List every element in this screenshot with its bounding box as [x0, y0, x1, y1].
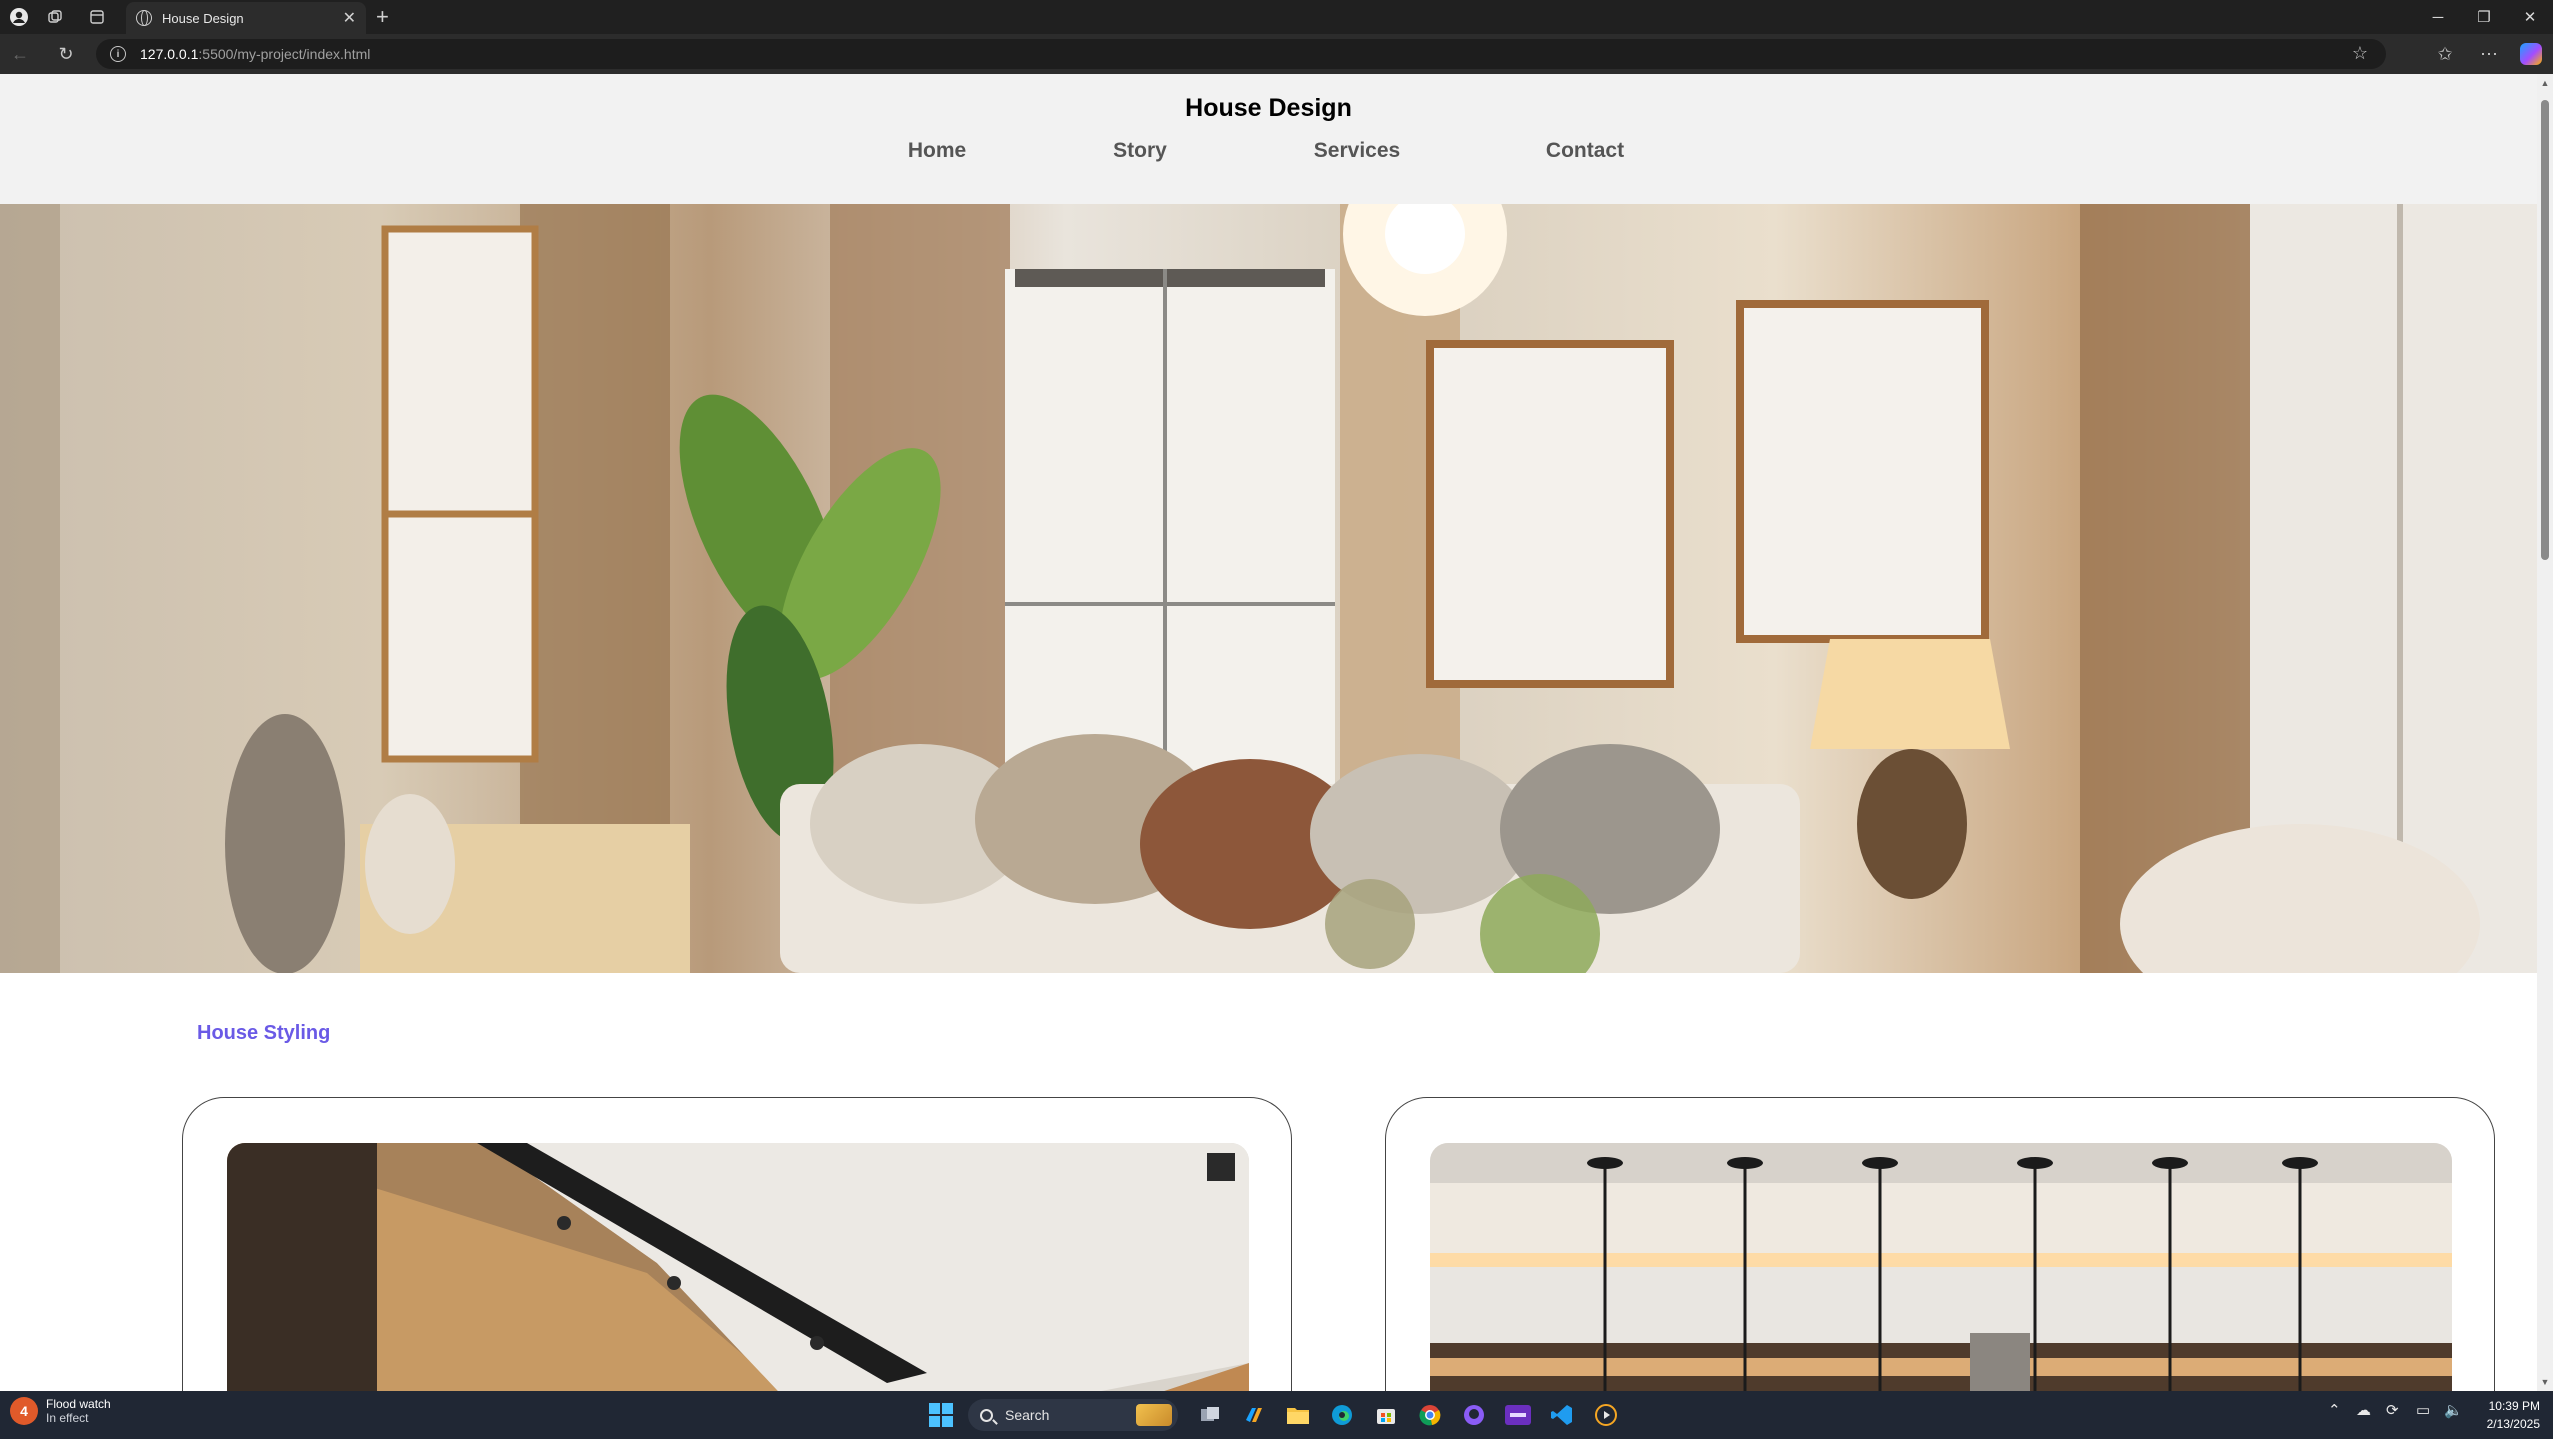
nav-link-home[interactable]: Home: [908, 139, 966, 163]
system-clock[interactable]: 10:39 PM 2/13/2025: [2470, 1397, 2540, 1433]
address-bar-row: ← ↻ i 127.0.0.1:5500/my-project/index.ht…: [0, 34, 2553, 74]
clock-date: 2/13/2025: [2486, 1417, 2540, 1431]
onedrive-icon[interactable]: ☁: [2356, 1401, 2371, 1419]
styling-card[interactable]: [1385, 1097, 2495, 1391]
close-window-icon[interactable]: ✕: [2507, 0, 2553, 34]
chrome-icon[interactable]: [1414, 1399, 1446, 1431]
network-icon[interactable]: ▭: [2416, 1401, 2430, 1419]
scroll-up-icon[interactable]: ▲: [2540, 78, 2550, 88]
copilot-app-icon[interactable]: [1238, 1399, 1270, 1431]
search-placeholder: Search: [1005, 1407, 1050, 1423]
weather-widget[interactable]: 4 Flood watch In effect: [10, 1397, 111, 1425]
search-highlight-icon: [1136, 1404, 1172, 1426]
file-explorer-icon[interactable]: [1282, 1399, 1314, 1431]
card-image: [1430, 1143, 2452, 1391]
styling-card[interactable]: [182, 1097, 1292, 1391]
copilot-icon[interactable]: [2515, 40, 2547, 68]
clock-time: 10:39 PM: [2488, 1399, 2540, 1413]
weather-title: Flood watch: [46, 1397, 111, 1411]
browser-tab-bar: House Design ✕ + ─ ❐ ✕: [0, 0, 2553, 34]
tray-overflow-icon[interactable]: ⌃: [2328, 1401, 2341, 1419]
nav-link-contact[interactable]: Contact: [1546, 139, 1624, 163]
scroll-down-icon[interactable]: ▼: [2540, 1377, 2550, 1387]
weather-alert-icon: 4: [10, 1397, 38, 1425]
media-player-icon[interactable]: [1590, 1399, 1622, 1431]
site-title: House Design: [1185, 94, 1352, 122]
page-viewport: House Design Home Story Services Contact: [0, 74, 2537, 1391]
taskbar-search[interactable]: Search: [968, 1399, 1178, 1431]
globe-icon: [136, 10, 152, 26]
start-button[interactable]: [925, 1399, 957, 1431]
minimize-icon[interactable]: ─: [2415, 0, 2461, 34]
tab-actions-icon[interactable]: [80, 0, 114, 34]
url-path: :5500/my-project/index.html: [198, 46, 371, 62]
page-scrollbar[interactable]: ▲ ▼: [2537, 74, 2553, 1391]
new-tab-icon[interactable]: +: [376, 4, 389, 30]
profile-icon[interactable]: [2, 0, 36, 34]
scroll-thumb[interactable]: [2541, 100, 2549, 560]
nav-link-story[interactable]: Story: [1113, 139, 1167, 163]
task-view-icon[interactable]: [1194, 1399, 1226, 1431]
next-app-icon[interactable]: [1502, 1399, 1534, 1431]
sync-icon[interactable]: ⟳: [2386, 1401, 2399, 1419]
url-field[interactable]: i 127.0.0.1:5500/my-project/index.html ☆: [96, 39, 2386, 69]
active-tab[interactable]: House Design ✕: [126, 2, 366, 34]
vscode-icon[interactable]: [1546, 1399, 1578, 1431]
workspaces-icon[interactable]: [38, 0, 72, 34]
close-tab-icon[interactable]: ✕: [343, 8, 356, 28]
store-icon[interactable]: [1370, 1399, 1402, 1431]
url-host: 127.0.0.1: [140, 46, 199, 62]
card-image: [227, 1143, 1249, 1391]
weather-subtitle: In effect: [46, 1411, 89, 1425]
search-icon: [980, 1408, 993, 1422]
site-info-icon[interactable]: i: [110, 46, 126, 62]
more-menu-icon[interactable]: ⋯: [2473, 40, 2505, 68]
volume-icon[interactable]: 🔈: [2444, 1401, 2463, 1419]
nav-link-services[interactable]: Services: [1314, 139, 1400, 163]
refresh-icon[interactable]: ↻: [52, 40, 80, 68]
hero-image: [0, 204, 2537, 973]
tab-title: House Design: [162, 10, 244, 26]
site-header: House Design Home Story Services Contact: [0, 74, 2537, 204]
taskbar: 4 Flood watch In effect Search ⌃ ☁ ⟳ ▭ 🔈…: [0, 1391, 2553, 1439]
section-title: House Styling: [197, 1022, 331, 1044]
github-icon[interactable]: [1458, 1399, 1490, 1431]
favorites-icon[interactable]: ✩: [2429, 40, 2461, 68]
restore-icon[interactable]: ❐: [2461, 0, 2507, 34]
favorite-star-icon[interactable]: ☆: [2352, 43, 2368, 64]
edge-icon[interactable]: [1326, 1399, 1358, 1431]
back-icon[interactable]: ←: [6, 40, 34, 68]
windows-logo-icon: [929, 1403, 953, 1427]
